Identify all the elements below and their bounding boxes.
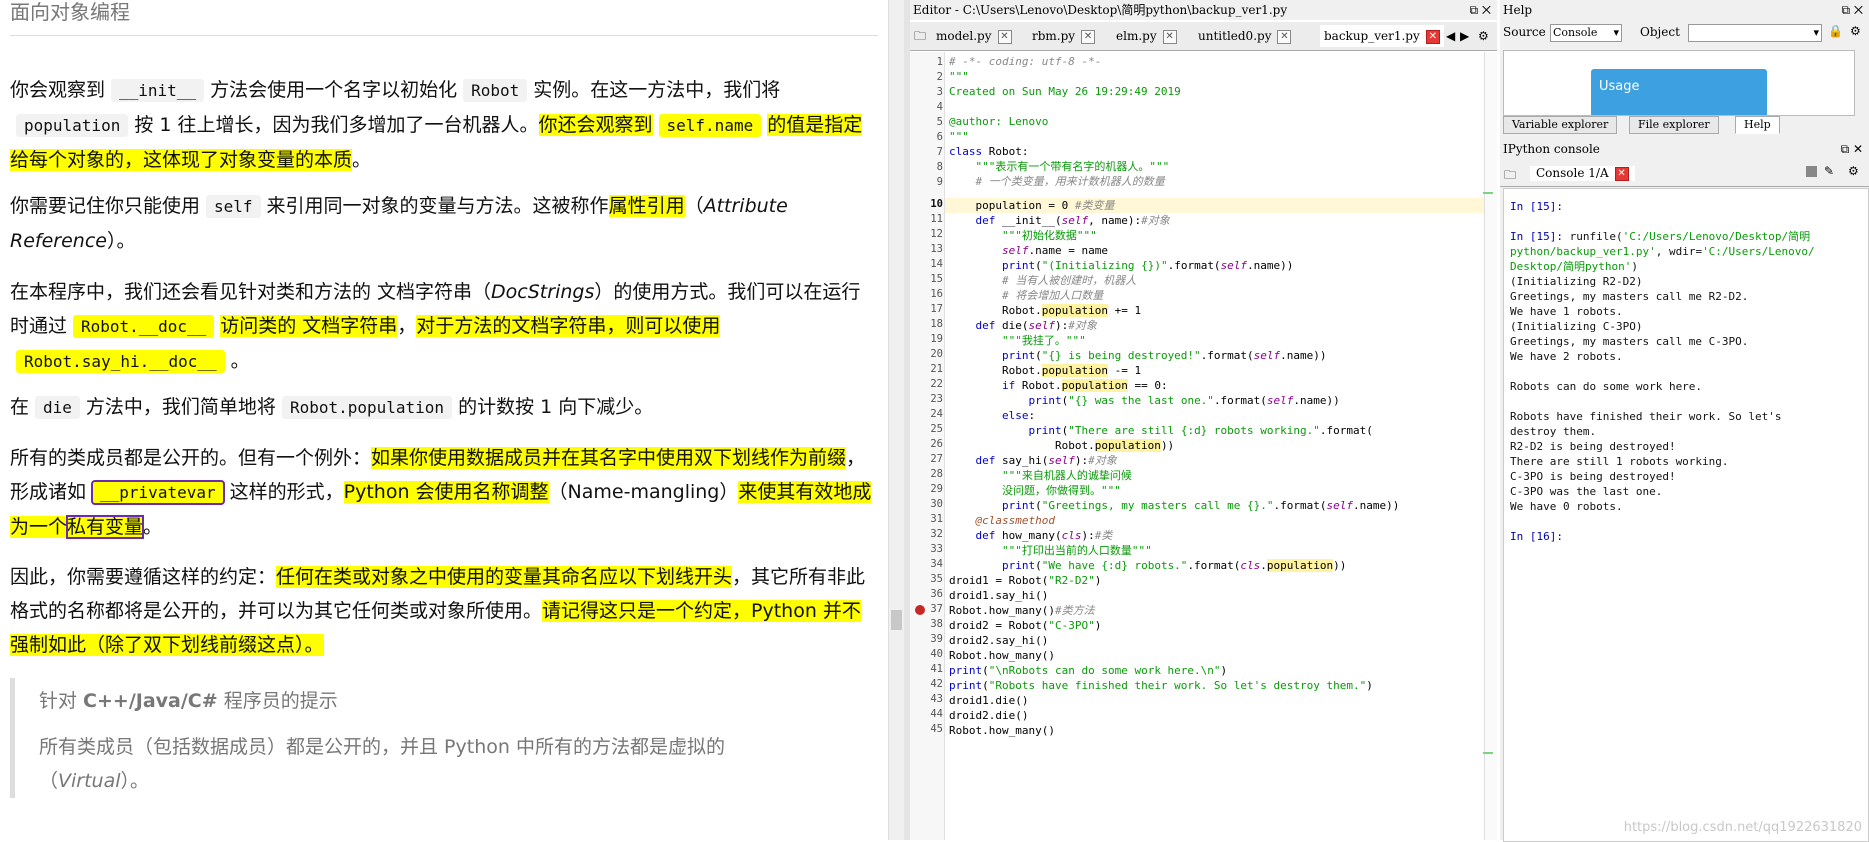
- tip-body: 所有类成员（包括数据成员）都是公开的，并且 Python 中所有的方法都是虚拟的…: [39, 736, 725, 792]
- document-scrollbar[interactable]: [888, 0, 905, 840]
- tab-variable-explorer[interactable]: Variable explorer: [1503, 116, 1618, 134]
- code-die: die: [35, 396, 80, 419]
- tab-elm-py[interactable]: elm.py ✕: [1116, 25, 1177, 47]
- help-toolbar: Source Console ▾ Object ▾ 🔒 ⚙: [1500, 22, 1869, 44]
- help-tabbar: Variable explorer File explorer Help: [1503, 116, 1843, 134]
- paragraph-private: 所有的类成员都是公开的。但有一个例外：如果你使用数据成员并在其名字中使用双下划线…: [10, 447, 872, 539]
- editor-title: Editor - C:\Users\Lenovo\Desktop\简明pytho…: [913, 3, 1288, 17]
- browse-tabs-icon[interactable]: 🗀: [1504, 166, 1516, 187]
- paragraph-init: 你会观察到 __init__ 方法会使用一个名字以初始化 Robot 实例。在这一方法中…: [10, 79, 863, 171]
- close-icon[interactable]: ✕: [1081, 29, 1096, 44]
- editor-tabbar: 🗀 model.py ✕ rbm.py ✕ elm.py ✕ untitled0.py…: [910, 22, 1497, 51]
- object-input[interactable]: ▾: [1688, 24, 1822, 42]
- editor-pane: Editor - C:\Users\Lenovo\Desktop\简明pytho…: [910, 0, 1497, 840]
- object-label: Object: [1640, 25, 1680, 39]
- tab-scroll-right-icon[interactable]: ▶: [1460, 25, 1469, 47]
- ipython-window-buttons[interactable]: ⧉ ✕: [1841, 142, 1863, 157]
- paragraph-die: 在 die 方法中，我们简单地将 Robot.population 的计数按 1 向下减…: [10, 396, 654, 419]
- paragraph-self: 你需要记住你只能使用 self 来引用同一对象的变量与方法。这被称作属性引用（Att…: [10, 195, 788, 252]
- ipython-console-output[interactable]: In [15]: In [15]: runfile('C:/Users/Leno…: [1503, 188, 1869, 842]
- gear-icon[interactable]: ⚙: [1848, 164, 1859, 178]
- watermark: https://blog.csdn.net/qq1922631820: [1623, 820, 1862, 835]
- tab-console-1a[interactable]: Console 1/A ✕: [1530, 166, 1635, 181]
- gear-icon[interactable]: ⚙: [1478, 25, 1489, 47]
- help-title: Help: [1503, 3, 1533, 17]
- code-init: __init__: [111, 79, 205, 102]
- close-icon[interactable]: ✕: [1162, 29, 1177, 44]
- paragraph-docstrings: 在本程序中，我们还会看见针对类和方法的 文档字符串（DocStrings）的使用…: [10, 281, 861, 373]
- code-robot-doc: Robot.__doc__: [73, 315, 215, 338]
- stop-icon[interactable]: [1806, 166, 1817, 177]
- console-tabbar: 🗀 Console 1/A ✕ ✎ ⚙: [1500, 162, 1869, 187]
- code-say-hi-doc: Robot.say_hi.__doc__: [16, 350, 225, 373]
- chevron-down-icon: ▾: [1613, 26, 1619, 39]
- section-title: 面向对象编程: [10, 0, 130, 24]
- code-self: self: [206, 195, 261, 218]
- tip-title: 针对 C++/Java/C# 程序员的提示: [39, 690, 338, 712]
- help-window-buttons[interactable]: ⧉ ✕: [1841, 0, 1863, 20]
- code-robot: Robot: [463, 79, 528, 102]
- tab-file-explorer[interactable]: File explorer: [1629, 116, 1719, 134]
- code-privatevar: __privatevar: [91, 480, 225, 505]
- tab-scroll-left-icon[interactable]: ◀: [1446, 25, 1455, 47]
- editor-window-buttons[interactable]: ⧉ ✕: [1469, 0, 1491, 20]
- code-editor[interactable]: 1 2 3 4 5 6 7 8 9 10 11 12 13 14 15 16 1…: [910, 52, 1497, 840]
- breakpoint-icon[interactable]: [915, 605, 925, 615]
- paragraph-convention: 因此，你需要遵循这样的约定：任何在类或对象之中使用的变量其命名应以下划线开头，其…: [10, 566, 866, 656]
- gear-icon[interactable]: ⚙: [1850, 24, 1861, 38]
- scrollbar-thumb[interactable]: [891, 610, 902, 630]
- editor-titlebar: Editor - C:\Users\Lenovo\Desktop\简明pytho…: [910, 0, 1497, 20]
- close-icon[interactable]: ✕: [1425, 29, 1440, 44]
- source-label: Source: [1503, 25, 1546, 39]
- code-robot-population: Robot.population: [281, 396, 453, 419]
- lock-icon[interactable]: 🔒: [1828, 24, 1843, 38]
- help-titlebar: Help ⧉ ✕: [1500, 0, 1869, 20]
- close-icon[interactable]: ✕: [997, 29, 1012, 44]
- section-divider: [10, 35, 878, 36]
- browse-tabs-icon[interactable]: 🗀: [914, 25, 926, 47]
- chevron-down-icon: ▾: [1813, 26, 1819, 39]
- code-population: population: [16, 114, 129, 137]
- tab-backup-ver1-py[interactable]: backup_ver1.py ✕: [1320, 25, 1444, 47]
- close-icon[interactable]: ✕: [1614, 166, 1629, 181]
- tab-rbm-py[interactable]: rbm.py ✕: [1032, 25, 1096, 47]
- tab-help[interactable]: Help: [1735, 116, 1780, 134]
- document-pane: 面向对象编程 你会观察到 __init__ 方法会使用一个名字以初始化 Robot 实例…: [0, 0, 888, 840]
- eraser-icon[interactable]: ✎: [1824, 164, 1834, 178]
- ipython-title: IPython console: [1503, 142, 1600, 156]
- help-content: Usage: [1503, 50, 1855, 116]
- right-pane: Help ⧉ ✕ Source Console ▾ Object ▾ 🔒 ⚙ Us…: [1500, 0, 1869, 842]
- tip-blockquote: 针对 C++/Java/C# 程序员的提示 所有类成员（包括数据成员）都是公开的…: [10, 678, 835, 798]
- usage-header: Usage: [1591, 69, 1767, 115]
- close-icon[interactable]: ✕: [1277, 29, 1292, 44]
- code-self-name: self.name: [658, 114, 762, 137]
- source-select[interactable]: Console ▾: [1550, 24, 1622, 42]
- current-line-number: 10: [930, 198, 943, 210]
- tab-model-py[interactable]: model.py ✕: [936, 25, 1012, 47]
- tab-untitled0-py[interactable]: untitled0.py ✕: [1198, 25, 1292, 47]
- editor-scrollbar[interactable]: [1483, 52, 1497, 840]
